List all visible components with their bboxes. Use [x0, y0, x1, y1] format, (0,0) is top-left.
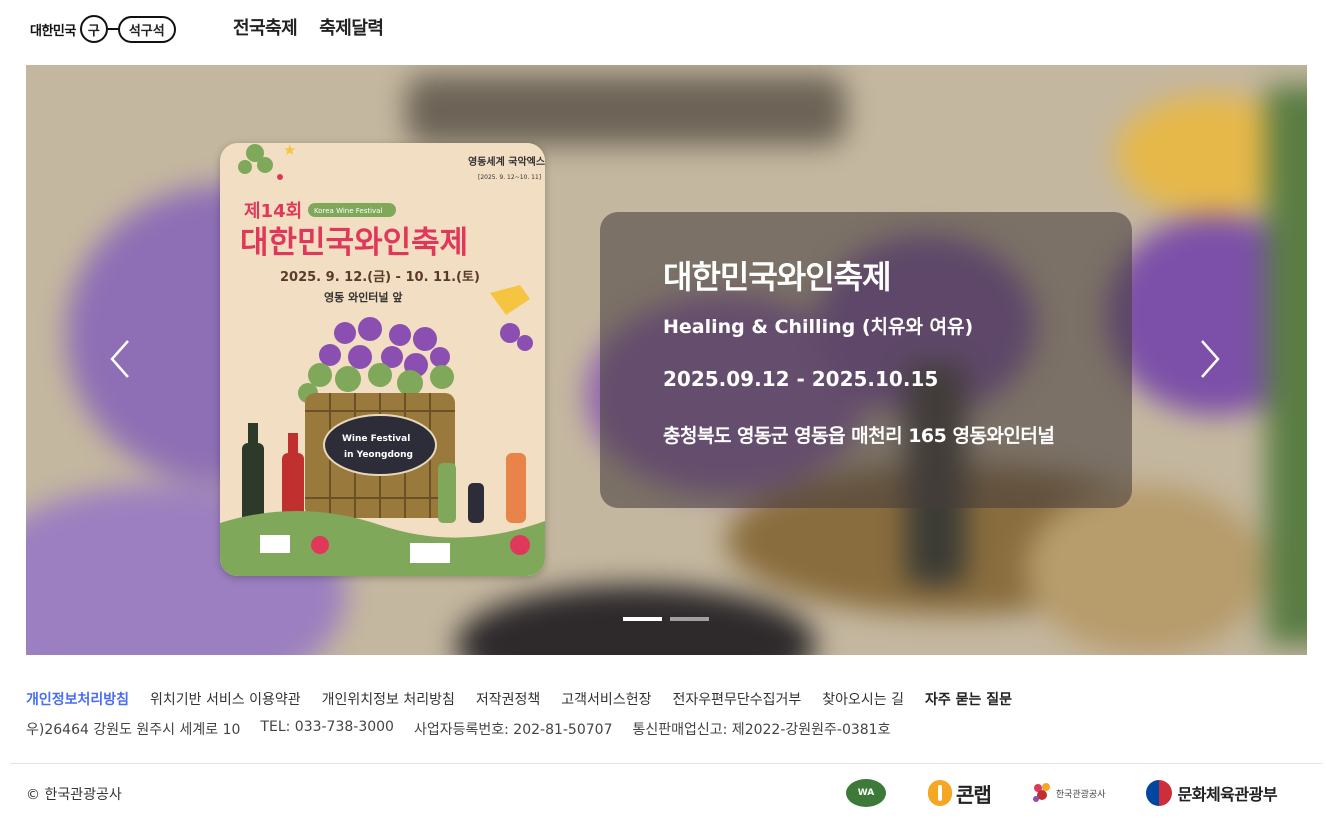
poster-top-event: 영동세계 국악엑스포 — [468, 155, 545, 168]
chevron-left-icon — [110, 340, 129, 378]
poster-english-badge: Korea Wine Festival — [314, 207, 382, 215]
copyright-text: © 한국관광공사 — [26, 787, 122, 803]
kcon-logo-icon — [928, 780, 952, 806]
festival-subtitle: Healing & Chilling (치유와 여유) — [663, 316, 974, 338]
poster-barrel-label-1: Wine Festival — [342, 434, 410, 444]
site-header: 대한민국 구 석구석 전국축제 축제달력 — [0, 0, 1326, 64]
partner-kto[interactable]: 한국관광공사 — [1031, 776, 1106, 810]
festival-info-panel: 대한민국와인축제 Healing & Chilling (치유와 여유) 202… — [600, 212, 1132, 508]
footer-links: 개인정보처리방침 위치기반 서비스 이용약관 개인위치정보 처리방침 저작권정책… — [26, 689, 1012, 709]
poster-edition: 제14회 — [244, 201, 302, 222]
kcon-logo-text: 콘랩 — [956, 782, 992, 807]
poster-illustration: ★ 영동세계 국악엑스포 [2025. 9. 12~10. 11] 제14회 K… — [220, 143, 545, 576]
footer-divider — [10, 763, 1322, 764]
footer-link-copyright-policy[interactable]: 저작권정책 — [476, 689, 540, 709]
footer-link-privacy-policy[interactable]: 개인정보처리방침 — [26, 689, 129, 709]
festival-title[interactable]: 대한민국와인축제 — [663, 252, 1132, 298]
carousel-dot-1[interactable] — [623, 617, 662, 621]
nav-item-festival-calendar[interactable]: 축제달력 — [319, 14, 384, 40]
logo-pill-mark: 석구석 — [117, 15, 176, 43]
festival-address: 충청북도 영동군 영동읍 매천리 165 영동와인터널 — [663, 425, 1055, 447]
partner-wa-mark[interactable]: WA — [846, 776, 886, 810]
footer-phone: TEL: 033-738-3000 — [260, 719, 394, 735]
footer-link-location-terms[interactable]: 위치기반 서비스 이용약관 — [150, 689, 301, 709]
logo-circle-mark: 구 — [79, 15, 108, 43]
poster-title: 대한민국와인축제 — [240, 225, 468, 261]
footer-address: 우)26464 강원도 원주시 세계로 10 — [26, 722, 241, 738]
poster-top-event-date: [2025. 9. 12~10. 11] — [478, 174, 541, 181]
carousel-pagination — [623, 617, 709, 621]
chevron-right-icon — [1201, 340, 1220, 378]
footer-company-info: 우)26464 강원도 원주시 세계로 10 TEL: 033-738-3000… — [26, 719, 890, 739]
svg-text:★: ★ — [283, 143, 296, 159]
carousel-next-button[interactable] — [1194, 337, 1224, 381]
kto-logo-text: 한국관광공사 — [1055, 789, 1106, 800]
footer-mail-order-number: 통신판매업신고: 제2022-강원원주-0381호 — [632, 722, 891, 738]
taegeuk-icon — [1145, 780, 1172, 806]
poster-venue: 영동 와인터널 앞 — [324, 290, 403, 304]
partner-kcon[interactable]: 콘랩 — [928, 776, 992, 810]
partner-mcst[interactable]: 문화체육관광부 — [1145, 776, 1278, 810]
main-nav: 전국축제 축제달력 — [233, 14, 384, 40]
poster-barrel-label-2: in Yeongdong — [344, 450, 413, 460]
partner-logos: WA 콘랩 한국관광공사 문화체육관광부 — [846, 776, 1278, 810]
logo-connector-line — [107, 28, 118, 30]
festival-poster[interactable]: ★ 영동세계 국악엑스포 [2025. 9. 12~10. 11] 제14회 K… — [220, 143, 545, 576]
footer-link-faq[interactable]: 자주 묻는 질문 — [925, 689, 1012, 709]
footer-business-number: 사업자등록번호: 202-81-50707 — [413, 722, 613, 738]
kto-logo-icon — [1032, 783, 1050, 802]
hero-carousel: ★ 영동세계 국악엑스포 [2025. 9. 12~10. 11] 제14회 K… — [26, 65, 1307, 655]
carousel-prev-button[interactable] — [106, 337, 136, 381]
site-logo[interactable]: 대한민국 구 석구석 — [30, 14, 176, 44]
footer-link-customer-charter[interactable]: 고객서비스헌장 — [561, 689, 651, 709]
festival-date: 2025.09.12 - 2025.10.15 — [663, 367, 939, 391]
logo-text-korea: 대한민국 — [30, 23, 76, 39]
nav-item-national-festivals[interactable]: 전국축제 — [233, 14, 298, 40]
poster-dates: 2025. 9. 12.(금) - 10. 11.(토) — [280, 270, 480, 285]
web-accessibility-icon: WA — [846, 779, 886, 807]
footer-link-location-privacy[interactable]: 개인위치정보 처리방침 — [322, 689, 455, 709]
footer-link-email-refusal[interactable]: 전자우편무단수집거부 — [672, 689, 801, 709]
carousel-dot-2[interactable] — [670, 617, 709, 621]
mcst-logo-text: 문화체육관광부 — [1177, 785, 1278, 804]
footer-link-directions[interactable]: 찾아오시는 길 — [822, 689, 904, 709]
